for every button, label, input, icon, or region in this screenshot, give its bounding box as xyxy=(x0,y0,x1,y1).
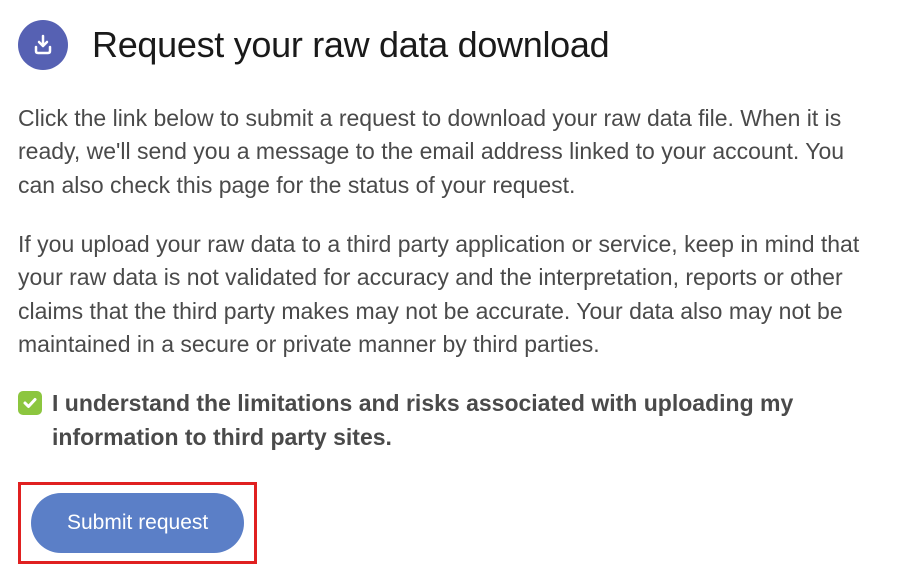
consent-row: I understand the limitations and risks a… xyxy=(18,387,882,454)
submit-highlight-box: Submit request xyxy=(18,482,257,564)
download-icon xyxy=(18,20,68,70)
submit-request-button[interactable]: Submit request xyxy=(31,493,244,553)
info-paragraph-1: Click the link below to submit a request… xyxy=(18,102,882,202)
info-paragraph-2: If you upload your raw data to a third p… xyxy=(18,228,882,361)
page-header: Request your raw data download xyxy=(18,20,882,70)
consent-label: I understand the limitations and risks a… xyxy=(52,387,882,454)
page-title: Request your raw data download xyxy=(92,24,609,66)
consent-checkbox[interactable] xyxy=(18,391,42,415)
